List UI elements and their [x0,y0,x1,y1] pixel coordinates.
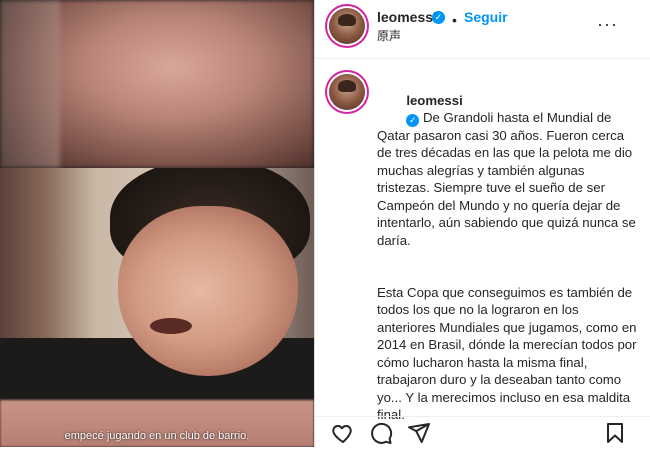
caption-avatar[interactable] [329,74,365,110]
original-audio-label[interactable]: 原声 [377,27,401,44]
share-icon[interactable] [407,421,431,445]
post-video[interactable]: empecé jugando en un club de barrio. [0,0,314,447]
header-username[interactable]: leomessi [377,9,437,25]
separator-dot: • [452,12,457,28]
caption-paragraph-1: De Grandoli hasta el Mundial de Qatar pa… [377,110,640,248]
post-modal: empecé jugando en un club de barrio. leo… [0,0,650,447]
bookmark-icon[interactable] [603,421,627,445]
caption: leomessi ✓ De Grandoli hasta el Mundial … [377,74,639,424]
verified-badge-icon: ✓ [432,11,445,24]
comment-icon[interactable] [369,421,393,445]
video-blurred-background-top [0,0,314,168]
video-subtitle: empecé jugando en un club de barrio. [64,430,250,442]
more-options-icon[interactable]: ··· [597,14,618,35]
avatar[interactable] [329,8,365,44]
caption-username[interactable]: leomessi [406,93,462,108]
caption-paragraph-2: Esta Copa que conseguimos es también de … [377,284,641,423]
follow-button[interactable]: Seguir [464,9,508,25]
action-bar [315,416,650,448]
video-frame [0,168,314,400]
heart-icon[interactable] [331,421,355,445]
post-side-panel: leomessi ✓ • Seguir 原声 ··· leomessi ✓ De… [315,0,650,447]
post-header: leomessi ✓ • Seguir 原声 ··· [315,0,650,59]
caption-verified-badge-icon: ✓ [406,114,420,127]
